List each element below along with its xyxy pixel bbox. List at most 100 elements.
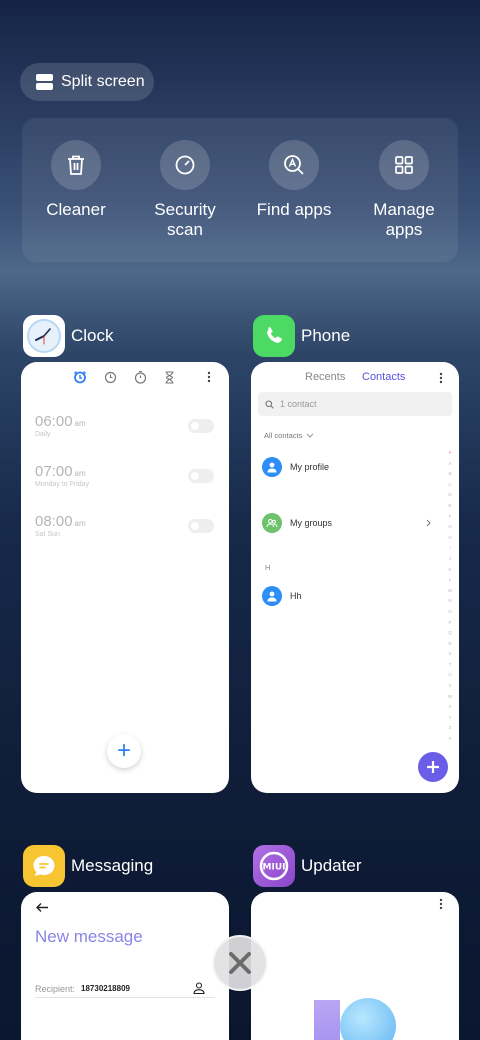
index-letter[interactable]: G: [447, 522, 453, 533]
updater-more-icon[interactable]: [439, 898, 443, 910]
index-letter[interactable]: C: [447, 480, 453, 491]
alarm-toggle[interactable]: [188, 419, 214, 433]
alphabet-index[interactable]: ♥ A B C D E F G H I J K L M N O P Q R S T U V W X Y Z #: [447, 448, 453, 745]
clock-app-header[interactable]: Clock: [23, 315, 114, 357]
index-letter[interactable]: ♥: [447, 448, 453, 459]
index-letter[interactable]: N: [447, 596, 453, 607]
index-letter[interactable]: L: [447, 575, 453, 586]
index-letter[interactable]: W: [447, 692, 453, 703]
recipient-field[interactable]: Recipient: 18730218809: [35, 980, 215, 998]
plus-icon: [427, 761, 439, 773]
phone-app-header[interactable]: Phone: [253, 315, 350, 357]
index-letter[interactable]: A: [447, 459, 453, 470]
contact-avatar-icon: [262, 586, 282, 606]
find-apps-label: Find apps: [256, 200, 332, 219]
index-letter[interactable]: X: [447, 702, 453, 713]
messaging-app-card[interactable]: New message Recipient: 18730218809: [21, 892, 229, 1040]
recipient-label: Recipient:: [35, 983, 76, 994]
index-letter[interactable]: D: [447, 490, 453, 501]
contacts-filter[interactable]: All contacts: [264, 431, 314, 440]
chevron-right-icon: [426, 519, 431, 527]
updater-app-card[interactable]: [251, 892, 459, 1040]
miui-logo-circle: [340, 998, 396, 1040]
index-letter[interactable]: I: [447, 543, 453, 554]
my-profile-label: My profile: [290, 462, 330, 472]
updater-icon-text: MIUI: [263, 863, 286, 873]
contact-row[interactable]: Hh: [262, 586, 302, 606]
alarm-repeat: Sat Sun: [35, 531, 60, 538]
index-letter[interactable]: H: [447, 533, 453, 544]
clock-more-icon[interactable]: [207, 371, 211, 383]
alarm-ampm: am: [74, 519, 86, 528]
clear-all-button[interactable]: [212, 935, 268, 991]
index-letter[interactable]: Q: [447, 628, 453, 639]
find-apps-button[interactable]: Find apps: [244, 140, 344, 220]
index-letter[interactable]: R: [447, 639, 453, 650]
recipient-value: 18730218809: [81, 984, 130, 993]
alarm-toggle[interactable]: [188, 519, 214, 533]
phone-more-icon[interactable]: [439, 372, 443, 384]
index-letter[interactable]: O: [447, 607, 453, 618]
my-groups-row[interactable]: My groups: [262, 513, 432, 533]
index-letter[interactable]: Y: [447, 713, 453, 724]
add-alarm-button[interactable]: +: [107, 734, 141, 768]
tab-recents[interactable]: Recents: [305, 371, 345, 383]
alarm-tab-icon[interactable]: [73, 370, 87, 384]
index-letter[interactable]: V: [447, 681, 453, 692]
index-letter[interactable]: Z: [447, 723, 453, 734]
split-screen-label: Split screen: [61, 73, 145, 90]
alarm-ampm: am: [74, 469, 86, 478]
alarm-repeat: Monday to Friday: [35, 481, 90, 488]
phone-icon: [253, 315, 295, 357]
alarm-time: 08:00: [35, 513, 73, 530]
split-screen-button[interactable]: Split screen: [20, 63, 154, 101]
index-letter[interactable]: F: [447, 512, 453, 523]
updater-app-header[interactable]: MIUI Updater: [253, 845, 361, 887]
index-letter[interactable]: #: [447, 734, 453, 745]
index-letter[interactable]: J: [447, 554, 453, 565]
timer-tab-icon[interactable]: [164, 371, 175, 384]
cleaner-button[interactable]: Cleaner: [26, 140, 126, 220]
stopwatch-tab-icon[interactable]: [134, 370, 147, 384]
contacts-search-input[interactable]: 1 contact: [258, 392, 452, 416]
alarm-repeat: Daily: [35, 431, 51, 438]
contact-picker-icon[interactable]: [193, 982, 205, 994]
phone-app-card[interactable]: Recents Contacts 1 contact All contacts …: [251, 362, 459, 793]
index-letter[interactable]: U: [447, 670, 453, 681]
search-icon: [265, 399, 274, 409]
messaging-icon: [23, 845, 65, 887]
updater-icon: MIUI: [253, 845, 295, 887]
clock-app-card[interactable]: 06:00 am Daily 07:00 am Monday to Friday 0…: [21, 362, 229, 793]
my-groups-label: My groups: [290, 518, 333, 528]
miui-logo-bar: [314, 1000, 340, 1040]
world-clock-tab-icon[interactable]: [104, 371, 117, 384]
index-letter[interactable]: K: [447, 565, 453, 576]
back-arrow-icon[interactable]: [35, 902, 49, 913]
alarm-toggle[interactable]: [188, 469, 214, 483]
security-scan-button[interactable]: Security scan: [135, 140, 235, 240]
alarm-ampm: am: [74, 419, 86, 428]
index-letter[interactable]: M: [447, 586, 453, 597]
cleaner-label: Cleaner: [46, 200, 106, 219]
my-profile-row[interactable]: My profile: [262, 457, 329, 477]
section-header: H: [265, 563, 271, 572]
trash-icon: [51, 140, 101, 190]
tab-contacts[interactable]: Contacts: [362, 371, 405, 383]
alarm-time: 06:00: [35, 413, 73, 430]
manage-apps-button[interactable]: Manage apps: [354, 140, 454, 240]
messaging-app-header[interactable]: Messaging: [23, 845, 153, 887]
security-scan-icon: [160, 140, 210, 190]
index-letter[interactable]: T: [447, 660, 453, 671]
add-contact-button[interactable]: [418, 752, 448, 782]
search-placeholder: 1 contact: [280, 399, 317, 409]
index-letter[interactable]: P: [447, 618, 453, 629]
index-letter[interactable]: E: [447, 501, 453, 512]
index-letter[interactable]: B: [447, 469, 453, 480]
messaging-app-name: Messaging: [71, 856, 154, 875]
security-scan-label: Security scan: [154, 200, 216, 239]
index-letter[interactable]: S: [447, 649, 453, 660]
split-screen-icon: [36, 74, 53, 90]
quick-tools-panel: Cleaner Security scan Find apps Manage a…: [22, 118, 458, 262]
chevron-down-icon: [307, 433, 314, 438]
find-apps-icon: [269, 140, 319, 190]
